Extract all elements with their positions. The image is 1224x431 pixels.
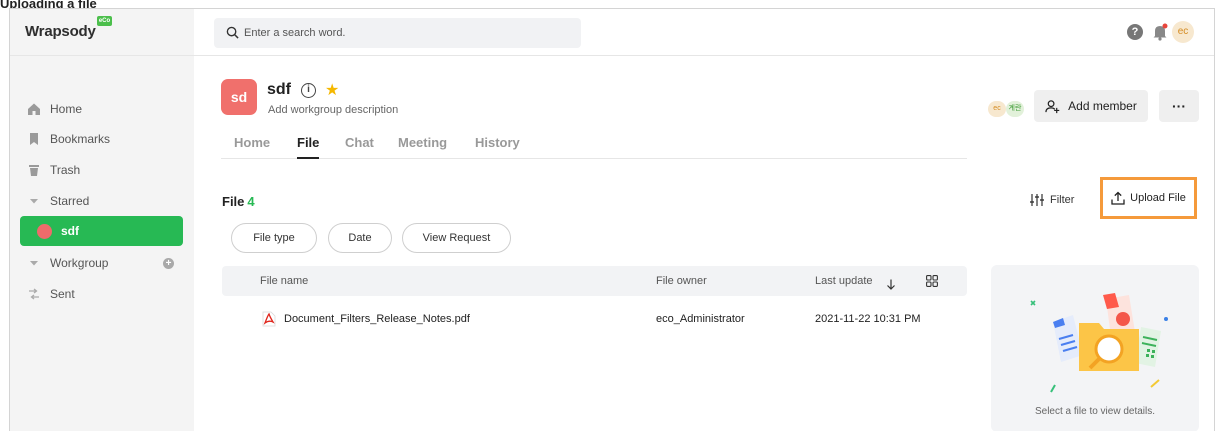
add-workgroup-icon[interactable]: + bbox=[163, 258, 174, 269]
sent-icon bbox=[29, 288, 39, 300]
add-member-button[interactable]: Add member bbox=[1034, 90, 1148, 122]
sidebar-item-sent[interactable]: Sent bbox=[10, 279, 194, 309]
add-person-icon bbox=[1045, 99, 1060, 113]
table-header: File name File owner Last update bbox=[222, 266, 967, 296]
workgroup-avatar: sd bbox=[221, 79, 257, 115]
search-bar bbox=[214, 18, 581, 48]
sidebar-item-home[interactable]: Home bbox=[10, 94, 194, 124]
column-header-last-update[interactable]: Last update bbox=[815, 275, 873, 287]
tab-chat[interactable]: Chat bbox=[345, 135, 374, 159]
upload-icon bbox=[1111, 191, 1125, 205]
tab-history[interactable]: History bbox=[475, 135, 520, 159]
chip-view-request[interactable]: View Request bbox=[402, 223, 511, 253]
member-avatar: 계란 bbox=[1006, 101, 1024, 117]
file-search-illustration-icon bbox=[1030, 293, 1168, 393]
sidebar: Home Bookmarks Trash Starred sdf Workgro… bbox=[10, 56, 194, 431]
sidebar-item-label: Home bbox=[50, 102, 83, 116]
user-avatar[interactable]: ec bbox=[1172, 21, 1194, 43]
workgroup-description[interactable]: Add workgroup description bbox=[268, 104, 398, 116]
file-last-update: 2021-11-22 10:31 PM bbox=[815, 313, 921, 325]
file-name[interactable]: Document_Filters_Release_Notes.pdf bbox=[284, 313, 470, 325]
workgroup-dot-icon bbox=[37, 223, 52, 239]
tab-file[interactable]: File bbox=[297, 135, 320, 159]
member-avatars[interactable]: ec 계란 bbox=[988, 101, 1030, 117]
upload-file-label: Upload File bbox=[1130, 192, 1186, 204]
sidebar-item-label: Workgroup bbox=[50, 256, 109, 270]
file-count: 4 bbox=[247, 194, 255, 209]
logo-area: Wrapsody eCo bbox=[10, 9, 194, 55]
bookmark-icon bbox=[30, 133, 38, 145]
bell-icon[interactable] bbox=[1152, 23, 1168, 41]
caret-down-icon bbox=[30, 199, 38, 204]
sidebar-item-starred[interactable]: Starred bbox=[10, 186, 194, 216]
chip-file-type[interactable]: File type bbox=[231, 223, 317, 253]
table-row[interactable]: Document_Filters_Release_Notes.pdf eco_A… bbox=[222, 307, 967, 335]
caret-down-icon bbox=[30, 261, 38, 266]
sidebar-item-label: sdf bbox=[61, 224, 79, 238]
grid-view-icon[interactable] bbox=[926, 275, 938, 287]
sidebar-item-label: Trash bbox=[50, 163, 81, 177]
sidebar-item-label: Bookmarks bbox=[50, 132, 111, 146]
sidebar-item-label: Starred bbox=[50, 194, 90, 208]
filter-label: Filter bbox=[1050, 194, 1075, 206]
tab-meeting[interactable]: Meeting bbox=[398, 135, 447, 159]
search-icon[interactable] bbox=[226, 26, 239, 39]
filter-button[interactable]: Filter bbox=[1030, 189, 1074, 211]
chip-date[interactable]: Date bbox=[328, 223, 392, 253]
home-icon bbox=[28, 103, 40, 115]
search-input[interactable] bbox=[244, 18, 564, 48]
sort-down-icon[interactable] bbox=[886, 279, 896, 290]
more-options-button[interactable]: ··· bbox=[1159, 90, 1199, 122]
member-avatar: ec bbox=[988, 101, 1006, 117]
info-icon[interactable]: i bbox=[301, 83, 316, 98]
file-owner: eco_Administrator bbox=[656, 313, 745, 325]
brand-logo[interactable]: Wrapsody bbox=[25, 23, 96, 40]
sidebar-item-label: Sent bbox=[50, 287, 75, 301]
file-details-panel: Select a file to view details. bbox=[991, 265, 1199, 431]
workgroup-name: sdf bbox=[267, 81, 291, 98]
file-title-label: File bbox=[222, 194, 245, 209]
brand-badge: eCo bbox=[97, 16, 112, 26]
tab-home[interactable]: Home bbox=[234, 135, 270, 159]
tab-bar: Home File Chat Meeting History bbox=[221, 135, 967, 159]
upload-file-button[interactable]: Upload File bbox=[1100, 177, 1197, 219]
trash-icon bbox=[29, 165, 39, 176]
star-icon[interactable]: ★ bbox=[325, 80, 339, 100]
sidebar-item-trash[interactable]: Trash bbox=[10, 155, 194, 185]
sidebar-item-sdf[interactable]: sdf bbox=[20, 216, 183, 246]
column-header-file-owner[interactable]: File owner bbox=[656, 275, 707, 287]
column-header-file-name[interactable]: File name bbox=[260, 275, 308, 287]
pdf-file-icon bbox=[262, 311, 276, 327]
filter-icon bbox=[1030, 194, 1044, 206]
file-section-title: File 4 bbox=[222, 194, 255, 209]
top-bar: Wrapsody eCo ? ec bbox=[10, 9, 1214, 56]
page-caption: Uploading a file bbox=[0, 0, 97, 8]
add-member-label: Add member bbox=[1068, 99, 1137, 113]
details-empty-text: Select a file to view details. bbox=[1034, 406, 1156, 417]
app-window: Wrapsody eCo ? ec Home Bookmarks bbox=[9, 8, 1215, 431]
sidebar-item-bookmarks[interactable]: Bookmarks bbox=[10, 124, 194, 154]
help-icon[interactable]: ? bbox=[1127, 24, 1143, 40]
